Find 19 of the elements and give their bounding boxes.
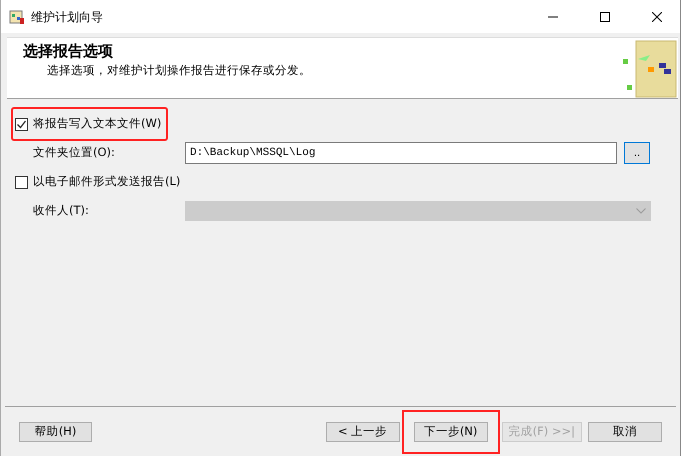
dropdown-caret-icon (636, 208, 646, 214)
window-title: 维护计划向导 (31, 8, 104, 26)
wizard-button[interactable]: < 上一步 (326, 422, 400, 442)
browse-button[interactable]: .. (624, 142, 650, 164)
field-label: 文件夹位置(O): (32, 144, 116, 162)
close-icon (652, 12, 662, 22)
help-button[interactable]: 帮助(H) (19, 422, 92, 442)
field-label: 收件人(T): (32, 202, 90, 220)
checkbox-label: 以电子邮件形式发送报告(L) (33, 173, 180, 190)
app-icon (9, 8, 25, 24)
checkbox[interactable] (15, 118, 28, 130)
wizard-button[interactable]: 取消 (588, 422, 662, 442)
wizard-button[interactable]: 下一步(N) (414, 422, 488, 442)
page-subtitle: 选择选项，对维护计划操作报告进行保存或分发。 (47, 62, 312, 78)
maximize-icon (600, 12, 610, 22)
page-title: 选择报告选项 (23, 43, 114, 60)
checkbox[interactable] (15, 176, 28, 188)
checkbox-label: 将报告写入文本文件(W) (33, 115, 162, 132)
folder-path-field[interactable]: D:\Backup\MSSQL\Log (185, 142, 617, 164)
